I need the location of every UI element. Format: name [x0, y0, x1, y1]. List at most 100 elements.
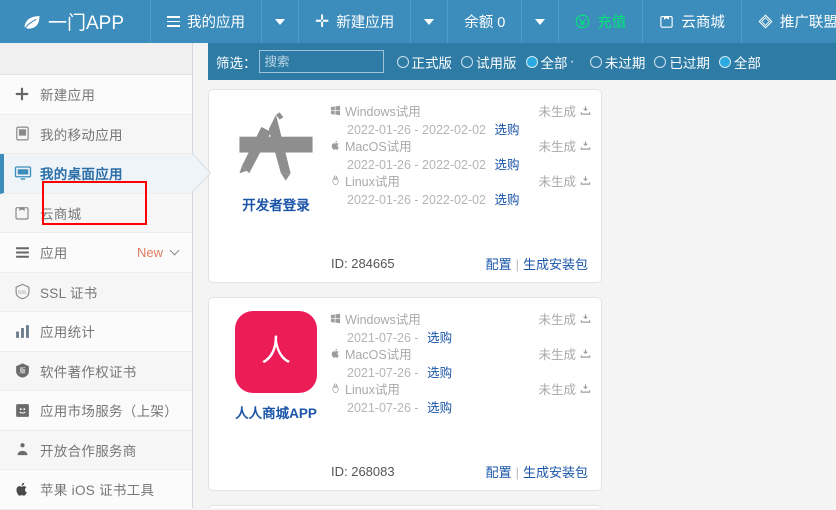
sidebar-item-app-statistics[interactable]: 应用统计 [0, 312, 192, 352]
platform-row: Linux试用 未生成 [330, 382, 591, 399]
nav-my-apps[interactable]: 我的应用 [151, 0, 263, 43]
platform-row: MacOS试用 未生成 [330, 139, 591, 156]
app-card[interactable]: 开发者登录 Windows试用 未生成 2022-01-26 - 2022-02… [208, 89, 602, 283]
app-card[interactable]: 人 人人商城APP Windows试用 未生成 2021-07-26 - 选购 … [208, 297, 602, 491]
nav-cloud-mall[interactable]: 云商城 [643, 0, 742, 43]
nav-balance-label: 余额 0 [464, 15, 506, 31]
radio-expired[interactable]: 已过期 [654, 52, 710, 72]
sidebar-top-spacer [0, 43, 192, 75]
download-icon[interactable] [580, 140, 591, 151]
chevron-down-icon[interactable] [169, 245, 180, 256]
sidebar-item-partner-provider[interactable]: 开放合作服务商 [0, 430, 192, 470]
list-lines-icon [14, 244, 40, 261]
sidebar-item-desktop-apps[interactable]: 我的桌面应用 [0, 154, 211, 194]
platform-name: Windows试用 [345, 313, 421, 327]
sidebar-item-market-service[interactable]: 应用市场服务（上架） [0, 391, 192, 431]
svg-text:版: 版 [19, 366, 26, 375]
radio-circle-icon [461, 55, 473, 68]
main-content: 筛选： 正式版 试用版 全部 · 未过期 已过期 [194, 43, 836, 508]
radio-all-expiry[interactable]: 全部 [718, 52, 761, 72]
platform-name: MacOS试用 [345, 348, 412, 362]
download-icon[interactable] [580, 313, 591, 324]
platform-name: Linux试用 [345, 383, 400, 397]
download-icon[interactable] [580, 348, 591, 359]
platform-date-row: 2022-01-26 - 2022-02-02 选购 [330, 121, 591, 139]
brand-title: 一门APP [48, 13, 125, 34]
radio-label: 正式版 [411, 55, 453, 71]
card-footer: ID: 268083 配置 | 生成安装包 [209, 452, 601, 490]
nav-recharge[interactable]: 充值 [559, 0, 644, 43]
apple-icon [14, 481, 40, 498]
brand-logo[interactable]: 一门APP [0, 0, 152, 43]
platform-list: Windows试用 未生成 2021-07-26 - 选购 MacOS试用 未生… [330, 311, 591, 422]
sidebar-item-cloud-mall[interactable]: 云商城 [0, 193, 192, 233]
configure-link[interactable]: 配置 [486, 257, 512, 272]
nav-balance[interactable]: 余额 0 [448, 0, 523, 43]
buy-link[interactable]: 选购 [427, 331, 452, 345]
search-input[interactable] [258, 50, 384, 73]
buy-link[interactable]: 选购 [494, 193, 519, 207]
apple-icon [330, 348, 341, 359]
radio-not-expired[interactable]: 未过期 [589, 52, 645, 72]
plus-icon: ✛ [315, 12, 330, 31]
recharge-icon [575, 14, 590, 29]
filter-label: 筛选： [216, 55, 257, 71]
chevron-down-icon [424, 18, 435, 25]
buy-link[interactable]: 选购 [427, 401, 452, 415]
download-icon[interactable] [580, 105, 591, 116]
diamond-icon [758, 14, 773, 29]
mobile-device-icon [14, 125, 40, 142]
radio-trial-version[interactable]: 试用版 [461, 52, 517, 72]
download-icon[interactable] [580, 175, 591, 186]
radio-all-versions[interactable]: 全部 [525, 52, 568, 72]
buy-link[interactable]: 选购 [494, 158, 519, 172]
radio-official-version[interactable]: 正式版 [396, 52, 453, 72]
nav-new-app-dropdown[interactable] [411, 0, 449, 43]
sidebar-item-label: SSL 证书 [40, 285, 98, 301]
nav-my-apps-dropdown[interactable] [262, 0, 300, 43]
radio-label: 试用版 [476, 55, 517, 71]
validity-date: 2021-07-26 - [347, 331, 419, 345]
bar-chart-icon [14, 323, 40, 340]
shop-bag-icon [14, 205, 40, 221]
nav-new-app-label: 新建应用 [336, 15, 395, 31]
nav-new-app[interactable]: ✛ 新建应用 [299, 0, 412, 43]
sidebar-item-label: 软件著作权证书 [40, 364, 137, 380]
sidebar-item-ios-cert-tool[interactable]: 苹果 iOS 证书工具 [0, 470, 192, 510]
nav-promotion-alliance[interactable]: 推广联盟 [742, 0, 836, 43]
sidebar-item-new-app[interactable]: 新建应用 [0, 75, 192, 115]
validity-date: 2021-07-26 - [347, 401, 419, 415]
app-id: ID: 284665 [331, 255, 395, 271]
app-icon: 人 [235, 311, 317, 393]
radio-label: 全部 [733, 55, 761, 71]
sidebar-item-label: 应用市场服务（上架） [40, 404, 178, 420]
app-name[interactable]: 人人商城APP [235, 402, 317, 422]
sidebar-item-label: 新建应用 [40, 88, 96, 104]
leaf-icon [22, 12, 42, 32]
app-name[interactable]: 开发者登录 [242, 194, 310, 214]
plus-icon [14, 86, 40, 102]
platform-row: Windows试用 未生成 [330, 312, 591, 329]
sidebar-item-copyright-certificate[interactable]: 版 软件著作权证书 [0, 351, 192, 391]
ssl-shield-icon: SSL [14, 283, 40, 300]
platform-row: Windows试用 未生成 [330, 104, 591, 121]
radio-circle-selected-icon [525, 55, 538, 68]
build-package-link[interactable]: 生成安装包 [523, 465, 588, 480]
buy-link[interactable]: 选购 [494, 123, 519, 137]
app-icon-text: 人 [261, 335, 291, 368]
buy-link[interactable]: 选购 [427, 366, 452, 380]
configure-link[interactable]: 配置 [486, 465, 512, 480]
platform-date-row: 2021-07-26 - 选购 [330, 364, 591, 382]
linux-icon [330, 175, 341, 186]
radio-label: 已过期 [669, 55, 710, 71]
build-status: 未生成 [538, 348, 576, 362]
sidebar-item-mobile-apps[interactable]: 我的移动应用 [0, 114, 192, 154]
sidebar-item-label: 应用 [40, 246, 68, 262]
build-package-link[interactable]: 生成安装包 [523, 257, 588, 272]
sidebar-item-applications[interactable]: 应用 New [0, 233, 192, 273]
download-icon[interactable] [580, 383, 591, 394]
nav-balance-dropdown[interactable] [522, 0, 560, 43]
sidebar-item-ssl-certificate[interactable]: SSL SSL 证书 [0, 272, 192, 312]
validity-date: 2022-01-26 - 2022-02-02 [347, 158, 486, 172]
new-badge: New [136, 244, 163, 260]
